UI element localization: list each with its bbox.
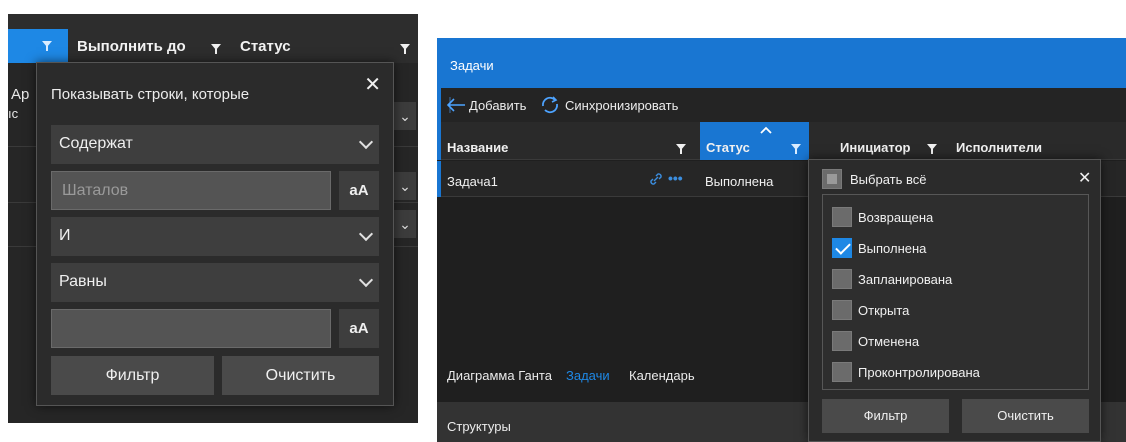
add-button[interactable]: Добавить	[469, 98, 526, 113]
row-accent	[437, 161, 441, 197]
back-arrow-icon[interactable]	[445, 94, 467, 116]
logic-select-value: И	[59, 227, 71, 244]
operator-select-1[interactable]: Содержат	[51, 125, 379, 164]
checkbox-icon[interactable]	[832, 238, 852, 258]
case-sensitive-toggle-1[interactable]: aA	[339, 171, 379, 210]
column-header-status[interactable]: Статус	[700, 122, 809, 160]
selected-column-header[interactable]	[8, 29, 68, 63]
status-option-label: Проконтролирована	[858, 365, 980, 380]
chevron-down-icon	[358, 272, 374, 288]
column-header-performers[interactable]: Исполнители	[956, 140, 1042, 155]
case-sensitive-toggle-2[interactable]: aA	[339, 309, 379, 348]
close-icon[interactable]: ✕	[1078, 168, 1091, 188]
sync-button[interactable]: Синхронизировать	[565, 98, 678, 113]
toolbar-accent	[437, 88, 441, 122]
clear-button[interactable]: Очистить	[962, 399, 1089, 433]
sync-icon[interactable]	[539, 94, 561, 116]
close-icon[interactable]: ✕	[364, 75, 381, 95]
status-option[interactable]: Возвращена	[823, 202, 1088, 233]
toolbar: Добавить Синхронизировать	[437, 88, 1126, 122]
checkbox-icon[interactable]	[832, 300, 852, 320]
background-cell-text: Ар	[11, 86, 30, 103]
filter-icon[interactable]	[927, 144, 937, 154]
filter-popup-title: Показывать строки, которые	[51, 86, 250, 103]
checkbox-icon[interactable]	[832, 362, 852, 382]
checkbox-icon[interactable]	[832, 207, 852, 227]
filter-icon[interactable]	[676, 144, 686, 154]
chevron-down-icon[interactable]: ⌄	[394, 172, 416, 200]
header-accent	[437, 122, 441, 160]
operator-select-2-value: Равны	[59, 273, 107, 290]
column-header-due[interactable]: Выполнить до	[77, 38, 186, 55]
tab-gantt[interactable]: Диаграмма Ганта	[447, 368, 552, 383]
status-option-label: Отменена	[858, 334, 920, 349]
window-title-bar: Задачи	[437, 38, 1126, 88]
filter-button[interactable]: Фильтр	[822, 399, 949, 433]
column-header-status[interactable]: Статус	[240, 38, 291, 55]
row-name-cell: Задача1	[447, 174, 498, 189]
status-option[interactable]: Запланирована	[823, 264, 1088, 295]
text-filter-popup: Показывать строки, которые ✕ Содержат Ша…	[36, 62, 394, 406]
status-option-label: Запланирована	[858, 272, 953, 287]
status-options-list: Возвращена Выполнена Запланирована Открыта О…	[822, 194, 1089, 390]
left-screenshot-panel: Выполнить до Статус Ар ıс ⌄ ⌄ ⌄ Показыва…	[8, 14, 418, 423]
filter-icon[interactable]	[791, 144, 801, 154]
status-option-label: Выполнена	[858, 241, 927, 256]
column-header-status-label: Статус	[706, 140, 750, 155]
window-title: Задачи	[450, 58, 494, 73]
status-option-label: Открыта	[858, 303, 910, 318]
grid-header: Выполнить до Статус	[8, 14, 418, 63]
chevron-down-icon	[358, 134, 374, 150]
tab-calendar[interactable]: Календарь	[629, 368, 695, 383]
link-icon[interactable]	[647, 170, 665, 188]
more-icon[interactable]: •••	[668, 170, 683, 186]
tab-tasks[interactable]: Задачи	[566, 368, 610, 383]
chevron-down-icon[interactable]: ⌄	[394, 102, 416, 130]
logic-select[interactable]: И	[51, 217, 379, 256]
right-screenshot-panel: Задачи Добавить Синхронизировать Названи…	[437, 38, 1126, 442]
filter-value-input-2[interactable]	[51, 309, 331, 348]
background-cell-text: ıс	[8, 106, 19, 121]
filter-value-input-1[interactable]: Шаталов	[51, 171, 331, 210]
select-all-checkbox[interactable]	[822, 169, 842, 189]
sort-up-icon	[760, 126, 772, 134]
filter-button[interactable]: Фильтр	[51, 356, 214, 395]
status-option-label: Возвращена	[858, 210, 934, 225]
operator-select-2[interactable]: Равны	[51, 263, 379, 302]
clear-button[interactable]: Очистить	[222, 356, 379, 395]
status-option[interactable]: Проконтролирована	[823, 357, 1088, 388]
status-option[interactable]: Открыта	[823, 295, 1088, 326]
chevron-down-icon[interactable]: ⌄	[394, 210, 416, 238]
operator-select-1-value: Содержат	[59, 135, 133, 152]
checkbox-icon[interactable]	[832, 269, 852, 289]
row-status-cell: Выполнена	[705, 174, 774, 189]
status-option[interactable]: Отменена	[823, 326, 1088, 357]
checkbox-icon[interactable]	[832, 331, 852, 351]
structures-label: Структуры	[447, 419, 511, 434]
select-all-label[interactable]: Выбрать всё	[850, 172, 926, 187]
filter-icon[interactable]	[42, 41, 52, 51]
column-header-name[interactable]: Название	[447, 140, 508, 155]
filter-icon[interactable]	[211, 44, 221, 54]
filter-icon[interactable]	[400, 44, 410, 54]
chevron-down-icon	[358, 226, 374, 242]
status-option[interactable]: Выполнена	[823, 233, 1088, 264]
column-header-initiator[interactable]: Инициатор	[840, 140, 910, 155]
status-filter-popup: Выбрать всё ✕ Возвращена Выполнена Заплани…	[808, 159, 1101, 442]
grid-header: Название Статус Инициатор Исполнители	[437, 122, 1126, 160]
